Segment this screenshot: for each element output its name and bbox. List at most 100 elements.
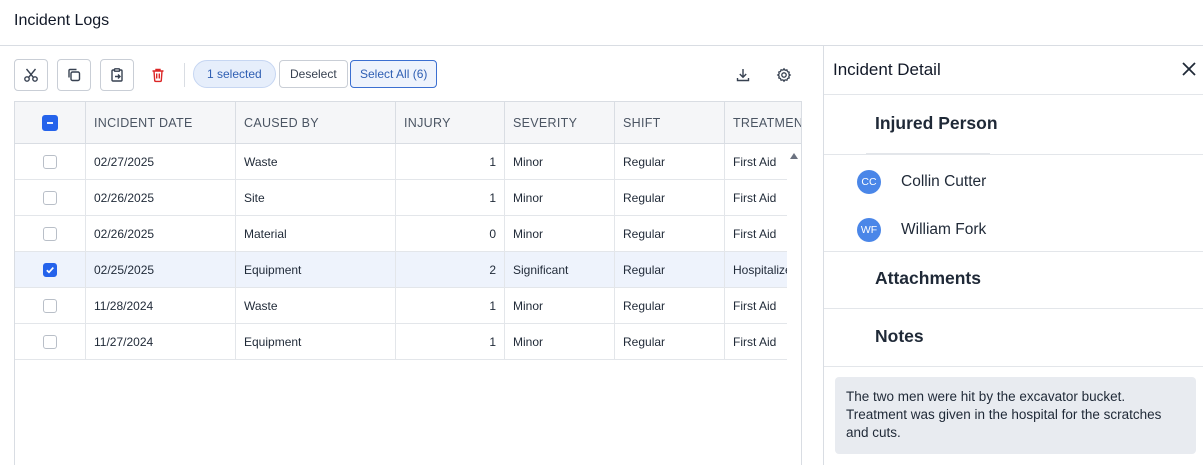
cell-severity: Minor [505,180,615,215]
cell-incident-date: 02/25/2025 [86,252,236,287]
person-item[interactable]: CC Collin Cutter [857,170,1157,194]
cell-severity: Minor [505,324,615,359]
row-checkbox[interactable] [43,190,57,205]
cut-button[interactable] [14,59,48,91]
row-checkbox-cell[interactable] [15,324,86,359]
selection-count-badge: 1 selected [193,60,276,88]
row-checkbox[interactable] [43,262,57,277]
row-checkbox-cell[interactable] [15,252,86,287]
attachments-heading[interactable]: Attachments [875,268,981,289]
checkmark-icon [46,266,54,274]
trash-icon [150,67,166,83]
toolbar-divider [184,63,185,87]
delete-button[interactable] [141,59,175,91]
row-checkbox-cell[interactable] [15,180,86,215]
cell-treatment: First Aid [733,298,777,313]
column-header-treatment[interactable]: TREATMEN [725,102,801,143]
incident-detail-panel: Incident Detail Injured Person CC Collin… [823,46,1203,465]
table-row[interactable]: 11/27/2024 Equipment 1 Minor Regular First Ai… [15,324,787,360]
cell-incident-date: 11/28/2024 [86,288,236,323]
download-button[interactable] [734,66,752,84]
cell-severity: Significant [505,252,615,287]
page-title: Incident Logs [14,12,110,29]
row-checkbox-cell[interactable] [15,144,86,179]
cell-treatment: First Aid [733,190,777,205]
table-row[interactable]: 02/26/2025 Site 1 Minor Regular First Aid [15,180,787,216]
table-row[interactable]: 02/27/2025 Waste 1 Minor Regular First Aid [15,144,787,180]
column-header-incident-date[interactable]: INCIDENT DATE [86,102,236,143]
avatar: WF [857,218,881,242]
cell-incident-date: 11/27/2024 [86,324,236,359]
close-icon [1180,62,1198,82]
cell-treatment: First Aid [733,226,777,241]
divider [824,366,1203,367]
table-header: INCIDENT DATE CAUSED BY INJURY SEVERITY … [15,102,801,144]
cell-severity: Minor [505,288,615,323]
row-checkbox[interactable] [43,226,57,241]
avatar: CC [857,170,881,194]
row-checkbox[interactable] [43,334,57,349]
cell-shift: Regular [615,180,725,215]
cell-incident-date: 02/26/2025 [86,180,236,215]
settings-button[interactable] [775,66,793,84]
incident-table: INCIDENT DATE CAUSED BY INJURY SEVERITY … [14,101,802,465]
cell-treatment: Hospitalize [733,262,787,277]
cell-shift: Regular [615,144,725,179]
table-row[interactable]: 02/25/2025 Equipment 2 Significant Regular Ho… [15,252,787,288]
sort-up-icon[interactable] [789,148,799,159]
divider [824,94,1203,95]
table-row[interactable]: 11/28/2024 Waste 1 Minor Regular First Aid [15,288,787,324]
cell-shift: Regular [615,252,725,287]
select-all-checkbox[interactable] [42,114,58,131]
row-checkbox[interactable] [43,154,57,169]
column-header-shift[interactable]: SHIFT [615,102,725,143]
cell-shift: Regular [615,288,725,323]
cell-caused-by: Waste [236,288,396,323]
cell-incident-date: 02/27/2025 [86,144,236,179]
incident-list-panel: 1 selected Deselect Select All (6) INCID… [0,46,823,465]
cell-severity: Minor [505,144,615,179]
cell-caused-by: Material [236,216,396,251]
divider [824,251,1203,252]
row-checkbox[interactable] [43,298,57,313]
detail-title: Incident Detail [833,60,941,79]
cell-injury: 1 [396,324,505,359]
person-name: William Fork [901,221,987,238]
export-button[interactable] [100,59,134,91]
cell-injury: 1 [396,144,505,179]
select-all-checkbox-cell[interactable] [15,102,86,143]
divider [824,308,1203,309]
cell-injury: 0 [396,216,505,251]
notes-text: The two men were hit by the excavator bu… [835,377,1196,454]
select-all-button[interactable]: Select All (6) [350,60,438,88]
column-header-caused-by[interactable]: CAUSED BY [236,102,396,143]
cell-caused-by: Equipment [236,324,396,359]
cell-injury: 1 [396,180,505,215]
copy-icon [66,67,82,83]
cell-shift: Regular [615,324,725,359]
scissors-icon [23,67,39,83]
cell-treatment: First Aid [733,334,777,349]
cell-caused-by: Equipment [236,252,396,287]
person-item[interactable]: WF William Fork [857,218,1157,242]
download-icon [735,67,751,83]
divider [824,154,1203,155]
cell-injury: 2 [396,252,505,287]
row-checkbox-cell[interactable] [15,288,86,323]
cell-injury: 1 [396,288,505,323]
notes-heading[interactable]: Notes [875,326,924,347]
cell-incident-date: 02/26/2025 [86,216,236,251]
column-header-injury[interactable]: INJURY [396,102,505,143]
cell-severity: Minor [505,216,615,251]
column-header-severity[interactable]: SEVERITY [505,102,615,143]
export-icon [109,67,125,83]
cell-caused-by: Waste [236,144,396,179]
cell-shift: Regular [615,216,725,251]
deselect-button[interactable]: Deselect [279,60,348,88]
toolbar: 1 selected Deselect Select All (6) [14,59,804,91]
row-checkbox-cell[interactable] [15,216,86,251]
injured-person-heading[interactable]: Injured Person [875,113,998,134]
close-button[interactable] [1180,60,1198,78]
copy-button[interactable] [57,59,91,91]
table-row[interactable]: 02/26/2025 Material 0 Minor Regular First Aid [15,216,787,252]
